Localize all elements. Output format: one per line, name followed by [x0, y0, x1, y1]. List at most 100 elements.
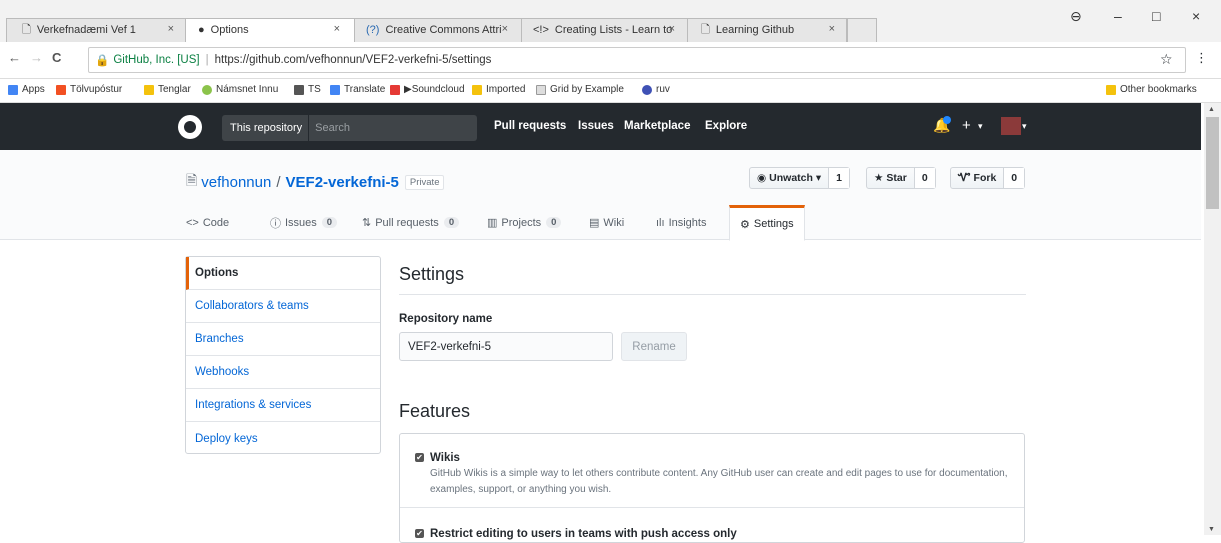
- repo-owner-link[interactable]: vefhonnun: [201, 174, 271, 191]
- scroll-up-icon[interactable]: ▲: [1208, 106, 1215, 113]
- menu-item-deploy-keys[interactable]: Deploy keys: [186, 422, 380, 455]
- tab-label: Code: [202, 216, 230, 229]
- new-tab-button[interactable]: [847, 18, 877, 42]
- tab-code[interactable]: <> Code: [186, 205, 229, 240]
- tab-title: Verkefnadæmi Vef 1: [36, 24, 136, 36]
- bookmark-soundcloud[interactable]: ▶Soundcloud: [390, 84, 465, 95]
- close-icon[interactable]: ×: [168, 23, 174, 35]
- github-search[interactable]: This repository Search: [222, 115, 477, 141]
- repo-name-input[interactable]: VEF2-verkefni-5: [399, 332, 613, 361]
- gear-icon: ⚙: [740, 218, 750, 231]
- browser-tab-1[interactable]: 🗋 Verkefnadæmi Vef 1 ×: [14, 18, 184, 42]
- menu-item-collaborators[interactable]: Collaborators & teams: [186, 290, 380, 323]
- bookmark-label: Námsnet Innu: [216, 84, 279, 95]
- bookmark-ruv[interactable]: ruv: [642, 84, 670, 95]
- star-button[interactable]: ★ Star 0: [866, 167, 936, 189]
- menu-item-branches[interactable]: Branches: [186, 323, 380, 356]
- minimize-button[interactable]: –: [1114, 8, 1122, 24]
- bookmark-label: Apps: [22, 84, 45, 95]
- tab-projects[interactable]: ▥ Projects 0: [487, 205, 562, 240]
- lock-icon: 🔒: [95, 55, 110, 67]
- tab-insights[interactable]: ılı Insights: [656, 205, 706, 240]
- chevron-down-icon[interactable]: ▾: [978, 121, 983, 132]
- scrollbar-thumb[interactable]: [1206, 117, 1219, 209]
- browser-menu-icon[interactable]: ⋮: [1195, 50, 1208, 66]
- github-header: This repository Search Pull requests Iss…: [0, 103, 1201, 150]
- project-icon: ▥: [487, 217, 498, 229]
- fork-button[interactable]: Ꮙ Fork 0: [950, 167, 1026, 189]
- tab-pull-requests[interactable]: ⇅ Pull requests 0: [362, 205, 460, 240]
- counter: 0: [546, 217, 562, 228]
- checkbox-wikis[interactable]: ✔: [415, 453, 424, 463]
- tab-title: Creating Lists - Learn to: [554, 24, 673, 36]
- tab-wiki[interactable]: ▤ Wiki: [589, 205, 624, 240]
- star-count[interactable]: 0: [914, 168, 935, 188]
- browser-tab-2[interactable]: ● Options ×: [190, 18, 350, 42]
- feature-title: Restrict editing to users in teams with …: [430, 527, 737, 540]
- browser-tab-4[interactable]: <!> Creating Lists - Learn to ×: [525, 18, 685, 42]
- bookmark-translate[interactable]: Translate: [330, 84, 385, 95]
- search-input[interactable]: Search: [309, 122, 350, 134]
- tab-title: Options: [210, 24, 249, 36]
- soundcloud-icon: [390, 84, 400, 95]
- create-new-icon[interactable]: +: [962, 117, 971, 134]
- page-icon: 🗋: [22, 23, 31, 36]
- folder-icon: [472, 84, 482, 95]
- bookmark-namsnet[interactable]: Námsnet Innu: [202, 84, 278, 95]
- bookmark-label: Imported: [486, 84, 526, 95]
- bookmark-apps[interactable]: Apps: [8, 84, 45, 95]
- eye-icon: ◉: [757, 172, 767, 184]
- tab-title: Learning Github: [715, 24, 795, 36]
- bookmark-other[interactable]: Other bookmarks: [1106, 84, 1197, 95]
- address-separator: |: [205, 54, 209, 66]
- back-button[interactable]: ←: [8, 50, 21, 65]
- omnibox[interactable]: 🔒 GitHub, Inc. [US] | https://github.com…: [88, 47, 1186, 73]
- watch-label: Unwatch ▾: [769, 172, 822, 184]
- browser-tab-5[interactable]: 🗋 Learning Github ×: [693, 18, 845, 42]
- avatar[interactable]: [1001, 117, 1021, 135]
- bookmark-grid-by-example[interactable]: Grid by Example: [536, 84, 624, 95]
- nav-pull-requests[interactable]: Pull requests: [494, 120, 566, 132]
- menu-item-webhooks[interactable]: Webhooks: [186, 356, 380, 389]
- url-text[interactable]: https://github.com/vefhonnun/VEF2-verkef…: [215, 54, 492, 66]
- checkbox-restrict-editing[interactable]: ✔: [415, 529, 424, 539]
- scroll-down-icon[interactable]: ▼: [1208, 526, 1215, 533]
- reload-button[interactable]: C: [52, 50, 61, 65]
- close-icon[interactable]: ×: [502, 23, 508, 35]
- tab-issues[interactable]: ⓘ Issues 0: [270, 205, 338, 240]
- browser-tab-3[interactable]: (?) Creative Commons Attri ×: [358, 18, 518, 42]
- maximize-button[interactable]: □: [1152, 8, 1160, 24]
- bookmark-tolvupostur[interactable]: Tölvupóstur: [56, 84, 122, 95]
- close-icon[interactable]: ×: [334, 23, 340, 35]
- profile-icon[interactable]: ⊖: [1070, 8, 1082, 25]
- repo-name-link[interactable]: VEF2-verkefni-5: [286, 174, 399, 191]
- features-box: ✔ Wikis GitHub Wikis is a simple way to l…: [399, 433, 1025, 543]
- menu-item-label: Branches: [195, 333, 244, 345]
- watch-count[interactable]: 1: [829, 168, 849, 188]
- close-icon[interactable]: ×: [669, 23, 675, 35]
- chevron-down-icon[interactable]: ▾: [1022, 121, 1027, 132]
- bookmark-ts[interactable]: TS: [294, 84, 321, 95]
- menu-item-integrations[interactable]: Integrations & services: [186, 389, 380, 422]
- search-scope: This repository: [222, 115, 310, 141]
- notification-indicator: [943, 116, 951, 124]
- menu-item-options[interactable]: Options: [186, 257, 380, 290]
- rename-button[interactable]: Rename: [621, 332, 687, 361]
- close-window-button[interactable]: ×: [1192, 8, 1200, 24]
- private-badge: Private: [404, 174, 445, 190]
- bookmark-tenglar[interactable]: Tenglar: [144, 84, 191, 95]
- nav-issues[interactable]: Issues: [578, 120, 614, 132]
- folder-icon: [1106, 84, 1116, 95]
- fork-count[interactable]: 0: [1004, 168, 1025, 188]
- forward-button[interactable]: →: [30, 50, 43, 65]
- bookmarks-bar: Apps Tölvupóstur Tenglar Námsnet Innu TS…: [0, 79, 1221, 103]
- ruv-icon: [642, 84, 652, 95]
- nav-explore[interactable]: Explore: [705, 120, 747, 132]
- watch-button[interactable]: ◉ Unwatch ▾ 1: [749, 167, 850, 189]
- close-icon[interactable]: ×: [829, 23, 835, 35]
- github-logo-icon[interactable]: [178, 115, 202, 139]
- tab-settings[interactable]: ⚙ Settings: [729, 205, 805, 241]
- bookmark-imported[interactable]: Imported: [472, 84, 525, 95]
- bookmark-star-icon[interactable]: ☆: [1160, 51, 1173, 68]
- nav-marketplace[interactable]: Marketplace: [624, 120, 690, 132]
